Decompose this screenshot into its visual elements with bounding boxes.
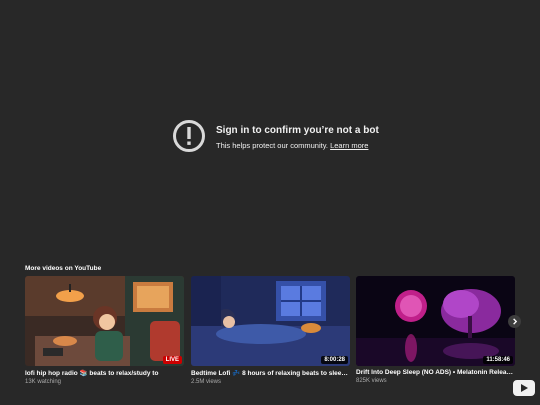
bedtime-lofi-thumbnail	[191, 276, 350, 366]
sign-in-subtitle-text: This helps protect our community.	[216, 141, 328, 150]
youtube-logo-icon[interactable]	[513, 380, 535, 396]
learn-more-link[interactable]: Learn more	[330, 141, 368, 150]
video-meta: 2.5M views	[191, 379, 222, 385]
video-title[interactable]: Bedtime Lofi 💤 8 hours of relaxing beats…	[191, 369, 350, 377]
deep-sleep-thumbnail	[356, 276, 515, 366]
chevron-right-icon	[513, 318, 518, 325]
more-videos-heading: More videos on YouTube	[25, 265, 102, 272]
video-title[interactable]: lofi hip hop radio 📚 beats to relax/stud…	[25, 369, 184, 377]
sign-in-notice: Sign in to confirm you’re not a bot This…	[172, 119, 379, 153]
video-title[interactable]: Drift Into Deep Sleep (NO ADS) • Melaton…	[356, 369, 515, 376]
video-meta: 13K watching	[25, 379, 62, 385]
video-card[interactable]: 11:58:46 Drift Into Deep Sleep (NO ADS) …	[356, 276, 515, 384]
video-card[interactable]: 8:00:28 Bedtime Lofi 💤 8 hours of relaxi…	[191, 276, 350, 385]
duration-badge: 8:00:28	[321, 356, 348, 364]
sign-in-title: Sign in to confirm you’re not a bot	[216, 125, 379, 136]
video-thumbnail[interactable]: LIVE	[25, 276, 184, 366]
alert-circle-icon	[173, 120, 205, 152]
next-videos-button[interactable]	[508, 315, 521, 328]
duration-badge: 11:58:46	[483, 356, 513, 364]
lofi-girl-thumbnail	[25, 276, 184, 366]
video-thumbnail[interactable]: 11:58:46	[356, 276, 515, 366]
video-card[interactable]: LIVE lofi hip hop radio 📚 beats to relax…	[25, 276, 184, 385]
video-meta: 825K views	[356, 378, 387, 384]
video-thumbnail[interactable]: 8:00:28	[191, 276, 350, 366]
play-icon	[521, 384, 528, 392]
live-badge: LIVE	[162, 356, 182, 364]
sign-in-subtitle: This helps protect our community. Learn …	[216, 141, 379, 150]
